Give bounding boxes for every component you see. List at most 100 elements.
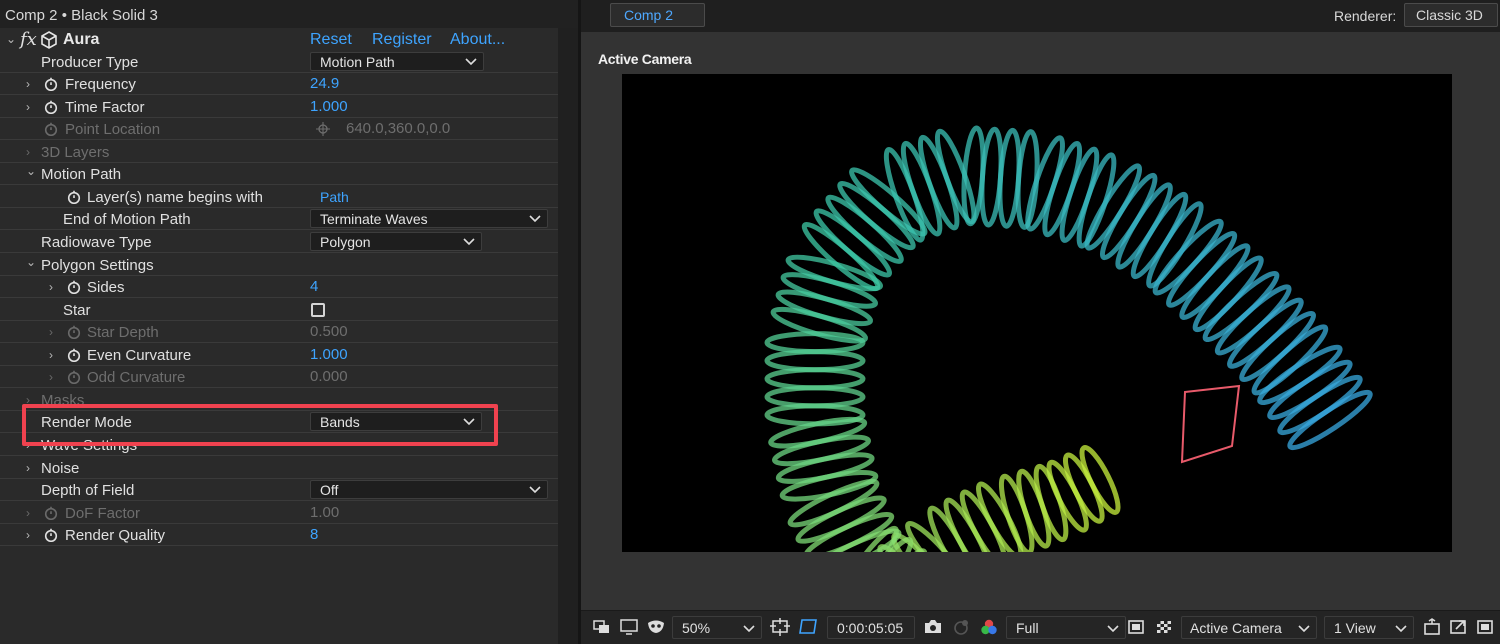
cube-3d-icon — [41, 31, 57, 49]
about-link[interactable]: About... — [450, 31, 505, 49]
spring-band — [1202, 270, 1280, 343]
group-motion-path[interactable]: ⌄ Motion Path — [0, 163, 558, 185]
register-link[interactable]: Register — [372, 31, 432, 49]
group-label: Motion Path — [41, 166, 122, 183]
effect-header-aura[interactable]: ⌄ fx Aura Reset Register About... — [0, 29, 558, 50]
param-producer-type: Producer Type Motion Path — [0, 51, 558, 73]
expand-chevron-icon[interactable]: › — [49, 280, 59, 294]
group-label: Noise — [41, 460, 80, 477]
param-label: Render Mode — [41, 414, 132, 431]
spring-band — [764, 349, 866, 373]
show-snapshot-icon[interactable] — [951, 618, 971, 636]
panel-header: Comp 2 • Black Solid 3 — [0, 0, 578, 28]
camera-view-dropdown[interactable]: Active Camera — [1181, 616, 1317, 639]
param-frequency: › Frequency 24.9 — [0, 73, 558, 95]
viewer-area: Active Camera — [581, 32, 1500, 610]
stopwatch-icon[interactable] — [44, 528, 58, 542]
group-masks[interactable]: › Masks — [0, 389, 558, 411]
color-channels-icon[interactable] — [979, 618, 999, 636]
expand-chevron-icon[interactable]: › — [26, 393, 36, 407]
param-star-depth: › Star Depth 0.500 — [0, 321, 558, 343]
expand-chevron-icon: › — [26, 506, 30, 520]
resolution-value: Full — [1016, 620, 1039, 636]
render-mode-dropdown[interactable]: Bands — [310, 412, 482, 431]
chevron-down-icon — [1107, 625, 1119, 633]
group-wave-settings[interactable]: › Wave Settings — [0, 434, 558, 456]
chevron-down-icon — [1395, 625, 1407, 633]
param-point-location: Point Location 640.0,360.0,0.0 — [0, 118, 558, 140]
even-curvature-value[interactable]: 1.000 — [310, 346, 348, 363]
spring-band — [764, 385, 866, 409]
end-of-motion-path-dropdown[interactable]: Terminate Waves — [310, 209, 548, 228]
stopwatch-icon[interactable] — [44, 100, 58, 114]
expand-chevron-icon[interactable]: › — [26, 77, 36, 91]
stopwatch-icon[interactable] — [67, 280, 81, 294]
view-layout-dropdown[interactable]: 1 View — [1324, 616, 1414, 639]
mask-visibility-icon[interactable] — [646, 618, 666, 636]
star-checkbox[interactable] — [311, 303, 325, 317]
expand-chevron-icon[interactable]: › — [49, 348, 59, 362]
safe-zones-icon[interactable] — [770, 618, 790, 636]
transparency-grid-icon[interactable] — [1154, 618, 1174, 636]
spring-band — [1115, 182, 1173, 270]
panel-splitter[interactable] — [558, 28, 580, 644]
depth-of-field-dropdown[interactable]: Off — [310, 480, 548, 499]
layer-name-value[interactable]: Path — [320, 189, 349, 205]
collapse-chevron-icon[interactable]: ⌄ — [6, 32, 16, 46]
timecode-field[interactable]: 0:00:05:05 — [827, 616, 915, 639]
view-layout-value: 1 View — [1334, 620, 1376, 636]
dof-factor-value: 1.00 — [310, 504, 340, 521]
panel-title: Comp 2 • Black Solid 3 — [5, 7, 158, 24]
spring-band — [1146, 201, 1204, 289]
spring-band — [1165, 230, 1238, 308]
param-time-factor: › Time Factor 1.000 — [0, 96, 558, 118]
group-3d-layers[interactable]: › 3D Layers — [0, 141, 558, 163]
collapse-chevron-icon[interactable]: ⌄ — [26, 164, 36, 178]
fx-icon[interactable]: fx — [20, 29, 37, 50]
zoom-dropdown[interactable]: 50% — [672, 616, 762, 639]
composition-canvas[interactable] — [622, 74, 1452, 552]
radiowave-type-dropdown[interactable]: Polygon — [310, 232, 482, 251]
resolution-dropdown[interactable]: Full — [1006, 616, 1126, 639]
expand-chevron-icon[interactable]: › — [26, 145, 36, 159]
spring-band — [1257, 344, 1343, 406]
group-noise[interactable]: › Noise — [0, 457, 558, 479]
render-quality-value[interactable]: 8 — [310, 526, 318, 543]
collapse-chevron-icon[interactable]: ⌄ — [26, 255, 36, 269]
renderer-value: Classic 3D — [1416, 7, 1483, 23]
group-polygon-settings[interactable]: ⌄ Polygon Settings — [0, 254, 558, 276]
expand-chevron-icon[interactable]: › — [26, 528, 36, 542]
stopwatch-icon[interactable] — [67, 190, 81, 204]
param-end-of-motion-path: End of Motion Path Terminate Waves — [0, 208, 558, 230]
param-label: DoF Factor — [65, 505, 141, 522]
stopwatch-icon — [67, 370, 81, 384]
camera-snapshot-icon[interactable] — [923, 618, 943, 636]
stopwatch-icon[interactable] — [67, 348, 81, 362]
expand-chevron-icon[interactable]: › — [26, 461, 36, 475]
odd-curvature-value: 0.000 — [310, 368, 348, 385]
stopwatch-icon[interactable] — [44, 77, 58, 91]
camera-label: Active Camera — [598, 51, 692, 67]
region-of-interest-icon[interactable] — [798, 618, 818, 636]
tab-comp-2[interactable]: Comp 2 — [610, 3, 705, 27]
fast-previews-icon[interactable] — [1126, 618, 1146, 636]
spring-band — [1099, 172, 1158, 261]
reset-link[interactable]: Reset — [310, 31, 352, 49]
expand-chevron-icon[interactable]: › — [26, 100, 36, 114]
toggle-pixel-aspect-icon[interactable] — [1422, 618, 1442, 636]
monitor-icon[interactable] — [619, 618, 639, 636]
export-frame-icon[interactable] — [1449, 618, 1469, 636]
chevron-down-icon — [743, 625, 755, 633]
param-label: Render Quality — [65, 527, 166, 544]
param-label: Point Location — [65, 121, 161, 138]
chevron-down-icon — [1298, 625, 1310, 633]
frequency-value[interactable]: 24.9 — [310, 75, 339, 92]
spring-band — [1277, 374, 1363, 436]
expand-chevron-icon[interactable]: › — [26, 438, 36, 452]
sides-value[interactable]: 4 — [310, 278, 318, 295]
time-factor-value[interactable]: 1.000 — [310, 98, 348, 115]
always-preview-icon[interactable] — [592, 618, 612, 636]
producer-type-dropdown[interactable]: Motion Path — [310, 52, 484, 71]
renderer-button[interactable]: Classic 3D — [1404, 3, 1498, 27]
toggle-transparency-icon[interactable] — [1476, 618, 1496, 636]
